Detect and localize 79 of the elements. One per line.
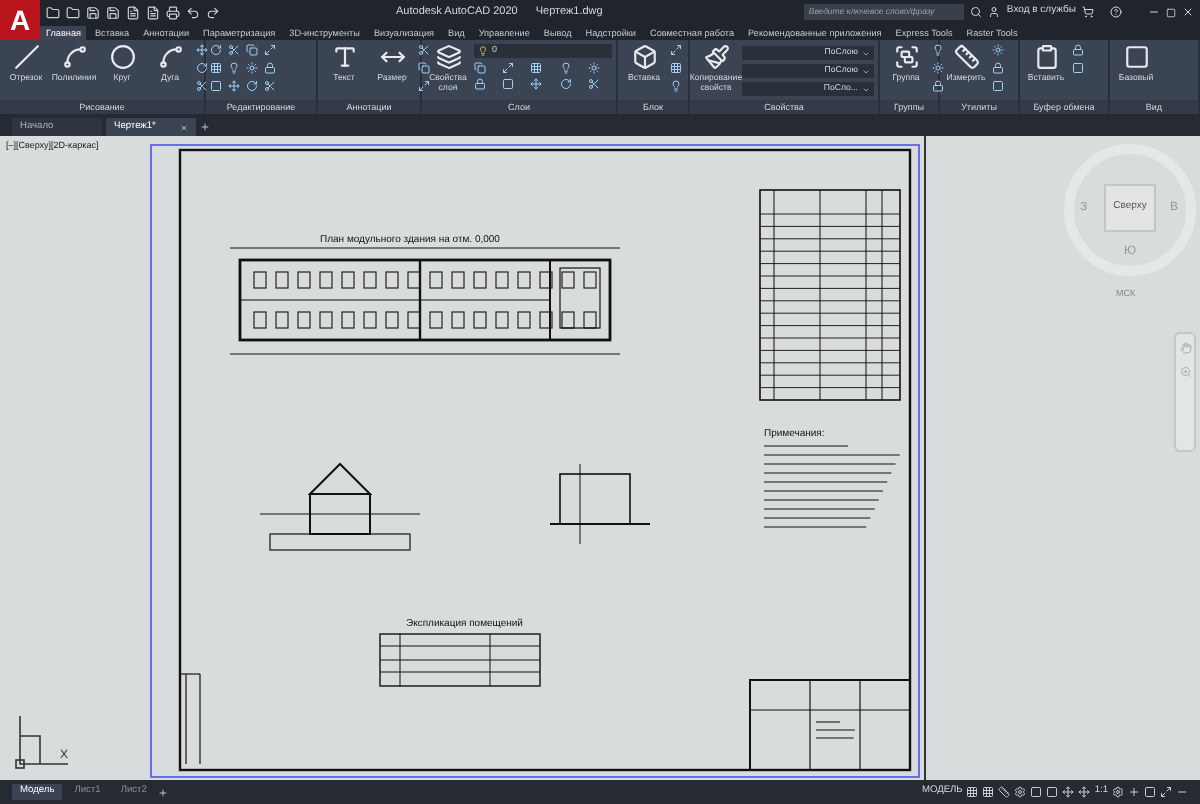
tool-icon[interactable] — [932, 80, 944, 92]
tool-icon[interactable] — [932, 62, 944, 74]
toolbar-icon[interactable] — [146, 5, 160, 19]
tool-icon[interactable] — [559, 62, 572, 74]
tool-icon[interactable] — [418, 62, 430, 74]
toolbar-icon[interactable] — [86, 5, 100, 19]
tool-icon[interactable] — [932, 44, 944, 56]
status-icon[interactable] — [1014, 786, 1027, 798]
status-icon[interactable] — [1128, 786, 1140, 798]
tool-icon[interactable] — [474, 78, 486, 90]
tool-icon[interactable] — [530, 62, 543, 74]
tool-icon[interactable] — [992, 80, 1004, 92]
tool-icon[interactable] — [246, 44, 258, 56]
cart-icon[interactable] — [1082, 6, 1094, 18]
minimize-icon[interactable] — [1148, 6, 1160, 18]
detail-drawing — [549, 463, 651, 545]
tool-icon[interactable] — [210, 62, 222, 74]
toolbar-icon[interactable] — [126, 5, 140, 19]
maximize-icon[interactable] — [1166, 7, 1176, 17]
tool-icon[interactable] — [992, 44, 1004, 56]
tool-icon[interactable] — [474, 62, 486, 74]
tool-icon[interactable] — [264, 80, 276, 92]
status-icon[interactable] — [966, 786, 979, 798]
ucs-axes-icon — [12, 712, 72, 772]
status-icon[interactable] — [1144, 786, 1156, 798]
tool-icon[interactable] — [559, 78, 572, 90]
status-icon[interactable] — [1112, 786, 1124, 798]
tool-icon — [1123, 44, 1149, 70]
tool-icon[interactable] — [246, 80, 258, 92]
tool-icon — [435, 44, 461, 70]
tool-icon — [109, 44, 135, 70]
tool-icon[interactable] — [210, 44, 222, 56]
toolbar-icon[interactable] — [206, 5, 220, 19]
status-icon[interactable] — [1078, 786, 1091, 798]
status-icon[interactable] — [982, 786, 995, 798]
help-icon[interactable] — [1110, 6, 1122, 18]
tool-icon[interactable] — [1072, 44, 1084, 56]
status-icon[interactable] — [998, 786, 1011, 798]
close-icon[interactable] — [1182, 6, 1194, 18]
tool-icon[interactable] — [210, 80, 222, 92]
tool-icon — [703, 44, 729, 70]
toolbar-icon[interactable] — [106, 5, 120, 19]
tool-icon[interactable] — [587, 62, 600, 74]
tool-icon[interactable] — [196, 80, 208, 92]
tool-icon[interactable] — [228, 44, 240, 56]
toolbar-icon[interactable] — [66, 5, 80, 19]
tool-icon[interactable] — [418, 44, 430, 56]
status-icon[interactable] — [1062, 786, 1075, 798]
tool-icon[interactable] — [228, 80, 240, 92]
add-layout-icon[interactable] — [158, 787, 169, 797]
tool-icon[interactable] — [502, 78, 515, 90]
toolbar-icon[interactable] — [166, 5, 180, 19]
tool-icon[interactable] — [670, 80, 682, 92]
tool-icon[interactable] — [587, 78, 600, 90]
search-icon[interactable] — [970, 6, 983, 18]
tool-icon[interactable] — [530, 78, 543, 90]
tool-icon — [893, 44, 919, 70]
tool-icon — [331, 44, 357, 70]
tool-icon[interactable] — [228, 62, 240, 74]
toolbar-icon[interactable] — [46, 5, 60, 19]
user-icon[interactable] — [988, 6, 1001, 18]
tool-icon[interactable] — [1072, 62, 1084, 74]
tool-icon — [953, 44, 979, 70]
app-logo[interactable]: A — [0, 0, 40, 40]
tool-icon — [631, 44, 657, 70]
toolbar-icon[interactable] — [186, 5, 200, 19]
tool-icon — [1033, 44, 1059, 70]
tool-icon[interactable] — [196, 62, 208, 74]
tool-icon[interactable] — [196, 44, 208, 56]
lightbulb-icon — [478, 46, 488, 56]
notes-text-drawing — [763, 445, 901, 528]
tool-icon — [61, 44, 87, 70]
new-tab-icon[interactable] — [200, 122, 210, 132]
tool-icon[interactable] — [264, 62, 276, 74]
tool-icon — [13, 44, 39, 70]
tool-icon[interactable] — [670, 62, 682, 74]
tool-icon[interactable] — [992, 62, 1004, 74]
tool-icon[interactable] — [246, 62, 258, 74]
tool-icon — [157, 44, 183, 70]
